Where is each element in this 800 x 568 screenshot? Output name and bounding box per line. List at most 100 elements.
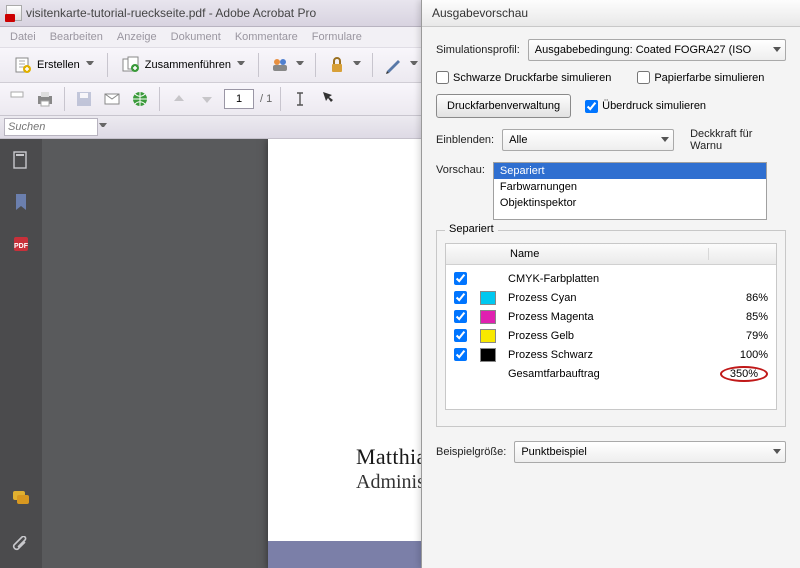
- simprofile-label: Simulationsprofil:: [436, 44, 520, 56]
- preview-listbox[interactable]: Separiert Farbwarnungen Objektinspektor: [493, 162, 767, 220]
- save-icon[interactable]: [73, 88, 95, 110]
- preview-option-separated[interactable]: Separiert: [494, 163, 766, 179]
- separator: [280, 87, 281, 111]
- plate-name: Prozess Schwarz: [502, 349, 710, 361]
- separator: [159, 87, 160, 111]
- separations-group: Separiert Name CMYK-FarbplattenProzess C…: [436, 230, 786, 427]
- chevron-down-icon: [237, 61, 245, 69]
- combine-label: Zusammenführen: [145, 59, 231, 71]
- page-down-icon[interactable]: [196, 88, 218, 110]
- attachments-panel-icon[interactable]: [10, 535, 32, 557]
- window-title: visitenkarte-tutorial-rueckseite.pdf - A…: [26, 6, 316, 20]
- search-input[interactable]: [4, 118, 98, 136]
- plate-value: 79%: [710, 330, 776, 342]
- plate-checkbox[interactable]: [454, 310, 467, 323]
- table-row: Prozess Schwarz100%: [446, 345, 776, 364]
- plate-value: 100%: [710, 349, 776, 361]
- pdf-icon: [6, 5, 22, 21]
- chevron-down-icon: [86, 61, 94, 69]
- svg-text:PDF: PDF: [14, 243, 29, 250]
- separator: [64, 87, 65, 111]
- panel-title: Ausgabevorschau: [422, 0, 800, 27]
- menu-edit[interactable]: Bearbeiten: [44, 29, 109, 45]
- plate-checkbox[interactable]: [454, 329, 467, 342]
- preview-option-objectinspector[interactable]: Objektinspektor: [494, 195, 766, 211]
- samplesize-label: Beispielgröße:: [436, 446, 506, 458]
- nav-sidebar: PDF: [0, 139, 42, 568]
- chevron-down-icon: [296, 61, 304, 69]
- menu-forms[interactable]: Formulare: [306, 29, 368, 45]
- separator: [258, 53, 259, 77]
- menu-comments[interactable]: Kommentare: [229, 29, 304, 45]
- menu-file[interactable]: Datei: [4, 29, 42, 45]
- plate-value: 350%: [710, 366, 776, 382]
- show-combo[interactable]: Alle: [502, 129, 674, 151]
- chk-overprint[interactable]: Überdruck simulieren: [585, 100, 706, 113]
- plate-checkbox[interactable]: [454, 291, 467, 304]
- table-row: Gesamtfarbauftrag350%: [446, 364, 776, 383]
- plate-name: Prozess Cyan: [502, 292, 710, 304]
- separator: [372, 53, 373, 77]
- create-icon: [13, 55, 33, 75]
- collaborate-button[interactable]: [265, 51, 309, 79]
- chk-paper-color[interactable]: Papierfarbe simulieren: [637, 71, 764, 84]
- table-row: CMYK-Farbplatten: [446, 269, 776, 288]
- show-label: Einblenden:: [436, 134, 494, 146]
- opacity-label: Deckkraft für Warnu: [690, 128, 786, 152]
- table-row: Prozess Magenta85%: [446, 307, 776, 326]
- plate-value: 86%: [710, 292, 776, 304]
- chevron-down-icon: [99, 123, 107, 131]
- plate-name: Gesamtfarbauftrag: [502, 368, 710, 380]
- preview-label: Vorschau:: [436, 162, 485, 176]
- plate-name: CMYK-Farbplatten: [502, 273, 710, 285]
- plate-checkbox[interactable]: [454, 348, 467, 361]
- people-icon: [270, 55, 290, 75]
- color-swatch: [480, 348, 496, 362]
- color-swatch: [480, 329, 496, 343]
- combine-button[interactable]: Zusammenführen: [114, 51, 252, 79]
- secure-button[interactable]: [322, 51, 366, 79]
- color-swatch: [480, 310, 496, 324]
- hand-arrow-icon[interactable]: [317, 88, 339, 110]
- menu-view[interactable]: Anzeige: [111, 29, 163, 45]
- output-preview-panel: Ausgabevorschau Simulationsprofil: Ausga…: [421, 0, 800, 568]
- page-up-icon[interactable]: [168, 88, 190, 110]
- chevron-down-icon: [353, 61, 361, 69]
- color-swatch: [480, 291, 496, 305]
- separator: [315, 53, 316, 77]
- table-row: Prozess Cyan86%: [446, 288, 776, 307]
- bookmark-panel-icon[interactable]: [10, 191, 32, 213]
- comments-panel-icon[interactable]: [10, 487, 32, 509]
- create-button[interactable]: Erstellen: [6, 51, 101, 79]
- plate-checkbox[interactable]: [454, 272, 467, 285]
- lock-icon: [327, 55, 347, 75]
- pages-panel-icon[interactable]: [10, 149, 32, 171]
- page-total: / 1: [260, 93, 272, 105]
- plate-value: 85%: [710, 311, 776, 323]
- web-icon[interactable]: [129, 88, 151, 110]
- ink-manager-button[interactable]: Druckfarbenverwaltung: [436, 94, 571, 118]
- simprofile-combo[interactable]: Ausgabebedingung: Coated FOGRA27 (ISO: [528, 39, 786, 61]
- chevron-down-icon: [410, 61, 418, 69]
- col-name: Name: [504, 248, 709, 260]
- separator: [107, 53, 108, 77]
- chk-black-ink[interactable]: Schwarze Druckfarbe simulieren: [436, 71, 611, 84]
- page-number-input[interactable]: 1: [224, 89, 254, 109]
- cursor-text-icon[interactable]: [289, 88, 311, 110]
- create-label: Erstellen: [37, 59, 80, 71]
- menu-document[interactable]: Dokument: [165, 29, 227, 45]
- plate-name: Prozess Magenta: [502, 311, 710, 323]
- samplesize-combo[interactable]: Punktbeispiel: [514, 441, 786, 463]
- preview-option-colorwarnings[interactable]: Farbwarnungen: [494, 179, 766, 195]
- table-row: Prozess Gelb79%: [446, 326, 776, 345]
- print-icon[interactable]: [6, 88, 28, 110]
- printer-icon[interactable]: [34, 88, 56, 110]
- sign-button[interactable]: [379, 51, 423, 79]
- pdf-panel-icon[interactable]: PDF: [10, 233, 32, 255]
- pen-icon: [384, 55, 404, 75]
- combine-icon: [121, 55, 141, 75]
- separations-table: Name CMYK-FarbplattenProzess Cyan86%Proz…: [445, 243, 777, 410]
- mail-icon[interactable]: [101, 88, 123, 110]
- separations-legend: Separiert: [445, 223, 498, 235]
- table-header: Name: [446, 244, 776, 265]
